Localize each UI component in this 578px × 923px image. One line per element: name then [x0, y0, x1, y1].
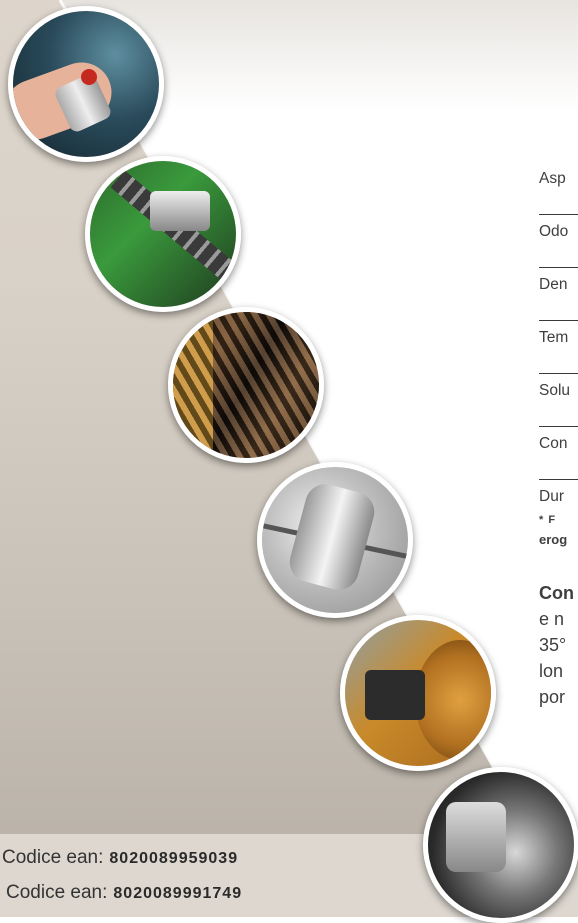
chain-photo	[85, 156, 241, 312]
spec-row: Solu	[539, 374, 578, 427]
footnote-line: * F	[539, 514, 557, 526]
gear-machinery-photo	[340, 615, 496, 771]
spec-row: Asp	[539, 162, 578, 215]
clamp-photo	[257, 462, 413, 618]
description-line: por	[539, 687, 566, 707]
spec-row: Den	[539, 268, 578, 321]
footnote-line: erog	[539, 532, 568, 547]
spec-table: Asp Odo Den Tem Solu Con Dur	[539, 162, 578, 520]
spec-row: Tem	[539, 321, 578, 374]
steel-cable-photo	[168, 307, 324, 463]
footnote: * F erog	[539, 510, 578, 550]
ean-label: Codice ean:	[6, 882, 108, 903]
description-line: 35°	[539, 635, 567, 655]
description-line: e n	[539, 609, 565, 629]
description-line: Con	[539, 583, 574, 603]
description-line: lon	[539, 661, 564, 681]
ean-code-2: Codice ean: 8020089991749	[6, 882, 242, 904]
spec-row: Con	[539, 427, 578, 480]
spray-can-photo	[8, 6, 164, 162]
ean-number: 8020089991749	[113, 885, 243, 902]
brake-disc-photo	[423, 767, 578, 923]
ean-number: 8020089959039	[109, 850, 239, 867]
description-text: Con e n 35° lon por	[539, 580, 578, 710]
ean-code-1: Codice ean: 8020089959039	[2, 847, 238, 869]
spec-row: Odo	[539, 215, 578, 268]
ean-label: Codice ean:	[2, 847, 104, 868]
